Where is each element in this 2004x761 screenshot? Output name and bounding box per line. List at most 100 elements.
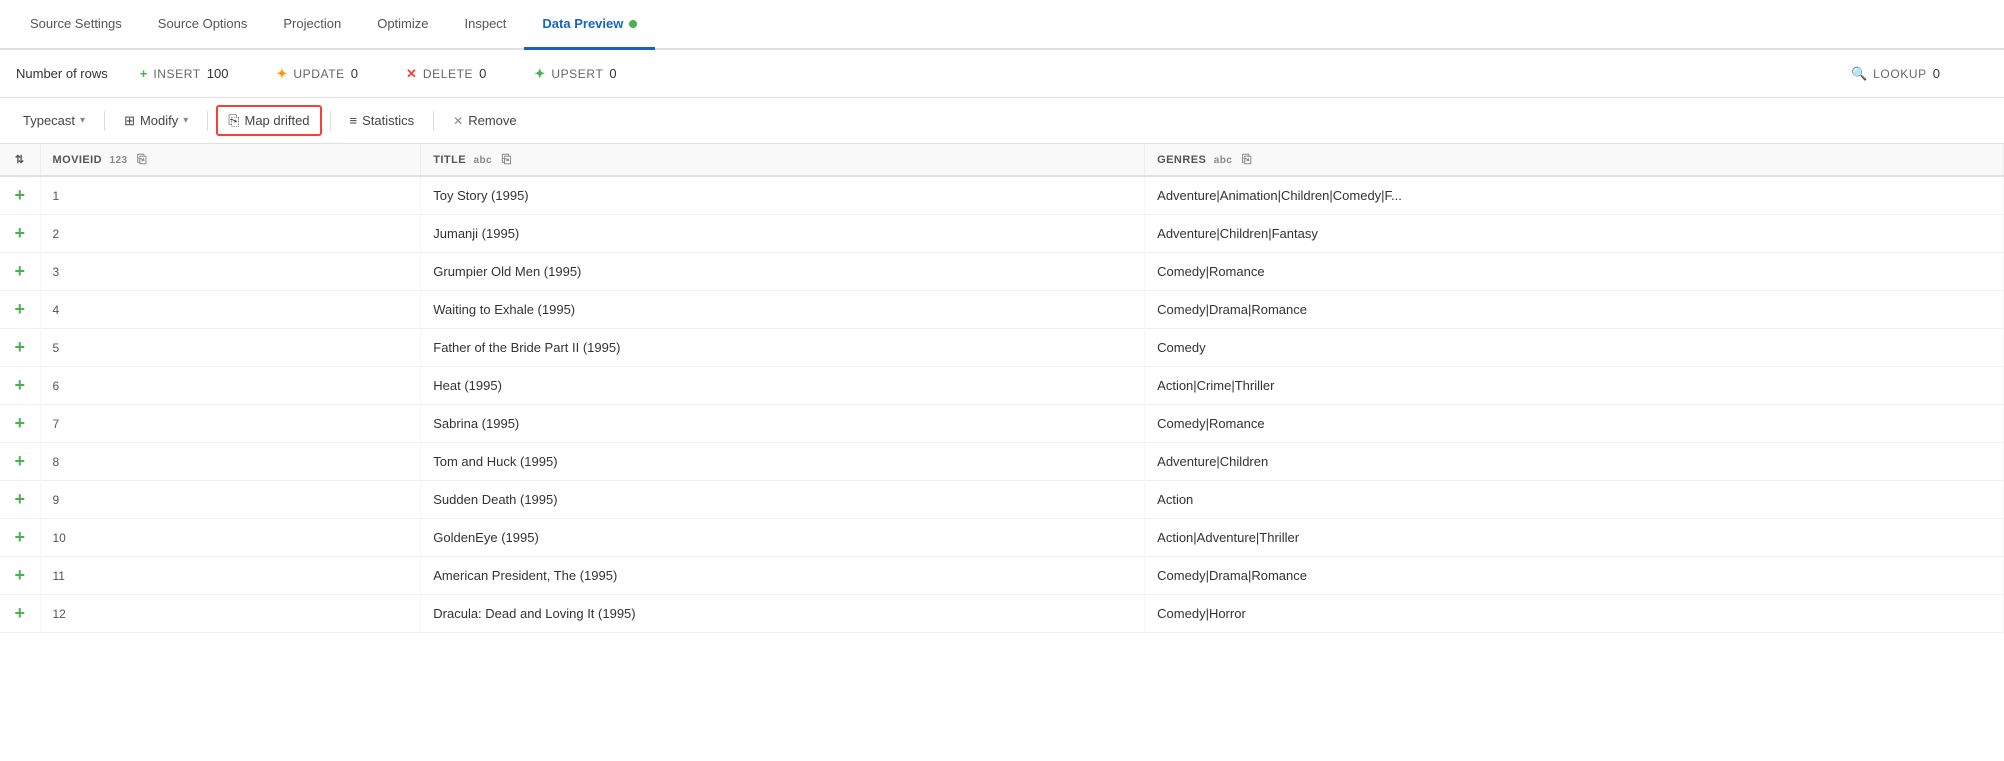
row-insert-action[interactable]: + xyxy=(0,291,40,329)
typecast-label: Typecast xyxy=(23,113,75,128)
cell-genres: Comedy|Drama|Romance xyxy=(1145,291,2004,329)
nav-optimize[interactable]: Optimize xyxy=(359,0,446,50)
nav-optimize-label: Optimize xyxy=(377,16,428,31)
cell-title: Father of the Bride Part II (1995) xyxy=(421,329,1145,367)
title-edit-icon[interactable]: ⎘ xyxy=(502,152,512,166)
typecast-button[interactable]: Typecast ▾ xyxy=(12,107,96,134)
cell-genres: Comedy|Romance xyxy=(1145,405,2004,443)
map-drifted-button[interactable]: ⎘ Map drifted xyxy=(216,105,321,136)
cell-movieid: 10 xyxy=(40,519,421,557)
genres-edit-icon[interactable]: ⎘ xyxy=(1242,152,1252,166)
nav-source-options[interactable]: Source Options xyxy=(140,0,266,50)
statistics-button[interactable]: ≡ Statistics xyxy=(339,107,426,134)
table-row: +5Father of the Bride Part II (1995)Come… xyxy=(0,329,2004,367)
table-row: +9Sudden Death (1995)Action xyxy=(0,481,2004,519)
cell-genres: Comedy|Horror xyxy=(1145,595,2004,633)
number-of-rows-label: Number of rows xyxy=(16,66,108,81)
update-label: UPDATE xyxy=(293,67,344,81)
table-row: +4Waiting to Exhale (1995)Comedy|Drama|R… xyxy=(0,291,2004,329)
toolbar-divider-4 xyxy=(433,111,434,131)
row-insert-action[interactable]: + xyxy=(0,405,40,443)
active-dot-indicator xyxy=(629,20,637,28)
cell-title: Grumpier Old Men (1995) xyxy=(421,253,1145,291)
cell-title: Sudden Death (1995) xyxy=(421,481,1145,519)
cell-movieid: 8 xyxy=(40,443,421,481)
toolbar-divider-1 xyxy=(104,111,105,131)
cell-genres: Comedy xyxy=(1145,329,2004,367)
cell-movieid: 7 xyxy=(40,405,421,443)
lookup-label: LOOKUP xyxy=(1873,67,1927,81)
col-header-sort[interactable]: ⇅ xyxy=(0,144,40,176)
data-table: ⇅ MOVIEID 123 ⎘ TITLE abc ⎘ GENRES abc ⎘… xyxy=(0,144,2004,633)
cell-title: Jumanji (1995) xyxy=(421,215,1145,253)
row-insert-action[interactable]: + xyxy=(0,557,40,595)
upsert-stat: ✦ UPSERT 0 xyxy=(534,66,616,82)
movieid-edit-icon[interactable]: ⎘ xyxy=(137,152,147,166)
map-drifted-label: Map drifted xyxy=(245,113,310,128)
row-insert-action[interactable]: + xyxy=(0,519,40,557)
update-value: 0 xyxy=(351,66,358,81)
modify-button[interactable]: ⊞ Modify ▾ xyxy=(113,107,199,135)
table-row: +3Grumpier Old Men (1995)Comedy|Romance xyxy=(0,253,2004,291)
upsert-label: UPSERT xyxy=(551,67,603,81)
update-icon: ✦ xyxy=(276,66,287,82)
insert-stat: + INSERT 100 xyxy=(140,66,229,81)
statistics-icon: ≡ xyxy=(350,113,358,128)
nav-data-preview[interactable]: Data Preview xyxy=(524,0,655,50)
title-type-badge: abc xyxy=(474,155,493,166)
table-row: +11American President, The (1995)Comedy|… xyxy=(0,557,2004,595)
cell-movieid: 5 xyxy=(40,329,421,367)
row-insert-action[interactable]: + xyxy=(0,481,40,519)
toolbar-divider-3 xyxy=(330,111,331,131)
nav-source-settings[interactable]: Source Settings xyxy=(12,0,140,50)
typecast-chevron-icon: ▾ xyxy=(80,115,85,126)
data-table-container: ⇅ MOVIEID 123 ⎘ TITLE abc ⎘ GENRES abc ⎘… xyxy=(0,144,2004,761)
cell-title: GoldenEye (1995) xyxy=(421,519,1145,557)
cell-movieid: 3 xyxy=(40,253,421,291)
lookup-value: 0 xyxy=(1933,66,1940,81)
col-header-genres[interactable]: GENRES abc ⎘ xyxy=(1145,144,2004,176)
nav-inspect-label: Inspect xyxy=(465,16,507,31)
cell-title: Waiting to Exhale (1995) xyxy=(421,291,1145,329)
row-insert-action[interactable]: + xyxy=(0,329,40,367)
row-insert-action[interactable]: + xyxy=(0,443,40,481)
modify-label: Modify xyxy=(140,113,178,128)
table-row: +7Sabrina (1995)Comedy|Romance xyxy=(0,405,2004,443)
cell-genres: Adventure|Animation|Children|Comedy|F... xyxy=(1145,176,2004,215)
movieid-type-badge: 123 xyxy=(110,155,128,166)
nav-source-options-label: Source Options xyxy=(158,16,248,31)
update-stat: ✦ UPDATE 0 xyxy=(276,66,358,82)
cell-genres: Comedy|Drama|Romance xyxy=(1145,557,2004,595)
cell-title: Sabrina (1995) xyxy=(421,405,1145,443)
genres-type-badge: abc xyxy=(1214,155,1233,166)
nav-inspect[interactable]: Inspect xyxy=(447,0,525,50)
table-row: +1Toy Story (1995)Adventure|Animation|Ch… xyxy=(0,176,2004,215)
remove-button[interactable]: ✕ Remove xyxy=(442,107,527,134)
cell-title: Tom and Huck (1995) xyxy=(421,443,1145,481)
row-insert-action[interactable]: + xyxy=(0,215,40,253)
lookup-icon: 🔍 xyxy=(1851,66,1867,82)
col-header-movieid[interactable]: MOVIEID 123 ⎘ xyxy=(40,144,421,176)
row-insert-action[interactable]: + xyxy=(0,253,40,291)
statistics-label: Statistics xyxy=(362,113,414,128)
upsert-icon: ✦ xyxy=(534,66,545,82)
remove-label: Remove xyxy=(468,113,516,128)
row-insert-action[interactable]: + xyxy=(0,367,40,405)
table-row: +8Tom and Huck (1995)Adventure|Children xyxy=(0,443,2004,481)
nav-projection[interactable]: Projection xyxy=(265,0,359,50)
row-insert-action[interactable]: + xyxy=(0,595,40,633)
delete-stat: ✕ DELETE 0 xyxy=(406,66,486,82)
row-insert-action[interactable]: + xyxy=(0,176,40,215)
col-header-title[interactable]: TITLE abc ⎘ xyxy=(421,144,1145,176)
cell-title: American President, The (1995) xyxy=(421,557,1145,595)
lookup-stat: 🔍 LOOKUP 0 xyxy=(1851,66,1940,82)
nav-source-settings-label: Source Settings xyxy=(30,16,122,31)
cell-movieid: 11 xyxy=(40,557,421,595)
insert-value: 100 xyxy=(207,66,229,81)
stats-bar: Number of rows + INSERT 100 ✦ UPDATE 0 ✕… xyxy=(0,50,2004,98)
cell-title: Heat (1995) xyxy=(421,367,1145,405)
cell-genres: Action|Adventure|Thriller xyxy=(1145,519,2004,557)
cell-movieid: 12 xyxy=(40,595,421,633)
toolbar-divider-2 xyxy=(207,111,208,131)
modify-grid-icon: ⊞ xyxy=(124,113,135,129)
